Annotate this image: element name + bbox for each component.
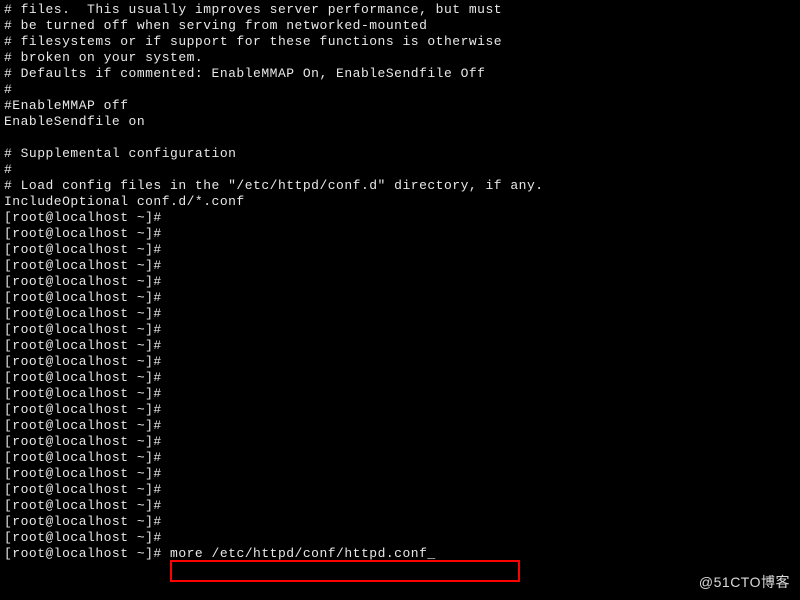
shell-prompt-line: [root@localhost ~]#	[4, 498, 796, 514]
shell-prompt-line: [root@localhost ~]#	[4, 322, 796, 338]
shell-prompt-line: [root@localhost ~]#	[4, 226, 796, 242]
shell-prompt-line: [root@localhost ~]#	[4, 418, 796, 434]
shell-prompt-line: [root@localhost ~]#	[4, 258, 796, 274]
config-file-line: IncludeOptional conf.d/*.conf	[4, 194, 796, 210]
shell-prompt-line: [root@localhost ~]#	[4, 514, 796, 530]
shell-prompt-line: [root@localhost ~]#	[4, 466, 796, 482]
shell-prompt-line: [root@localhost ~]#	[4, 402, 796, 418]
shell-prompt: [root@localhost ~]#	[4, 434, 170, 450]
shell-prompt-line: [root@localhost ~]#	[4, 242, 796, 258]
config-file-line: # be turned off when serving from networ…	[4, 18, 796, 34]
shell-prompt: [root@localhost ~]#	[4, 354, 170, 370]
config-file-line: # Load config files in the "/etc/httpd/c…	[4, 178, 796, 194]
shell-prompt: [root@localhost ~]#	[4, 338, 170, 354]
annotation-highlight-box	[170, 560, 520, 582]
shell-prompt: [root@localhost ~]#	[4, 210, 170, 226]
shell-prompt-line: [root@localhost ~]#	[4, 482, 796, 498]
shell-prompt: [root@localhost ~]#	[4, 418, 170, 434]
shell-prompt-line: [root@localhost ~]#	[4, 386, 796, 402]
shell-prompt: [root@localhost ~]#	[4, 466, 170, 482]
shell-prompt-line: [root@localhost ~]#	[4, 290, 796, 306]
config-file-line: #	[4, 162, 796, 178]
config-file-line: # Defaults if commented: EnableMMAP On, …	[4, 66, 796, 82]
shell-prompt-line: [root@localhost ~]#	[4, 370, 796, 386]
shell-prompt-line: [root@localhost ~]#	[4, 338, 796, 354]
watermark-label: @51CTO博客	[699, 574, 790, 590]
shell-prompt: [root@localhost ~]#	[4, 290, 170, 306]
config-file-line: # broken on your system.	[4, 50, 796, 66]
shell-prompt-line: [root@localhost ~]#	[4, 450, 796, 466]
shell-prompt: [root@localhost ~]#	[4, 530, 170, 546]
shell-prompt-line: [root@localhost ~]#	[4, 434, 796, 450]
config-file-line: # Supplemental configuration	[4, 146, 796, 162]
shell-prompt: [root@localhost ~]#	[4, 322, 170, 338]
shell-prompt-line: [root@localhost ~]#	[4, 354, 796, 370]
shell-prompt: [root@localhost ~]#	[4, 386, 170, 402]
shell-prompt: [root@localhost ~]#	[4, 258, 170, 274]
shell-command-line[interactable]: [root@localhost ~]# more /etc/httpd/conf…	[4, 546, 796, 562]
shell-prompt: [root@localhost ~]#	[4, 514, 170, 530]
shell-prompt: [root@localhost ~]#	[4, 306, 170, 322]
shell-prompt: [root@localhost ~]#	[4, 402, 170, 418]
config-file-line: # files. This usually improves server pe…	[4, 2, 796, 18]
shell-prompt-line: [root@localhost ~]#	[4, 530, 796, 546]
config-file-line	[4, 130, 796, 146]
shell-prompt-line: [root@localhost ~]#	[4, 210, 796, 226]
shell-prompt-line: [root@localhost ~]#	[4, 306, 796, 322]
cursor: _	[427, 546, 435, 562]
config-file-line: EnableSendfile on	[4, 114, 796, 130]
config-file-line: # filesystems or if support for these fu…	[4, 34, 796, 50]
typed-command: more /etc/httpd/conf/httpd.conf	[170, 546, 427, 562]
shell-prompt: [root@localhost ~]#	[4, 370, 170, 386]
shell-prompt: [root@localhost ~]#	[4, 242, 170, 258]
shell-prompt: [root@localhost ~]#	[4, 498, 170, 514]
shell-prompt: [root@localhost ~]#	[4, 274, 170, 290]
config-file-line: #EnableMMAP off	[4, 98, 796, 114]
terminal-output[interactable]: # files. This usually improves server pe…	[4, 2, 796, 562]
shell-prompt: [root@localhost ~]#	[4, 546, 170, 562]
shell-prompt: [root@localhost ~]#	[4, 450, 170, 466]
shell-prompt: [root@localhost ~]#	[4, 226, 170, 242]
shell-prompt: [root@localhost ~]#	[4, 482, 170, 498]
shell-prompt-line: [root@localhost ~]#	[4, 274, 796, 290]
config-file-line: #	[4, 82, 796, 98]
